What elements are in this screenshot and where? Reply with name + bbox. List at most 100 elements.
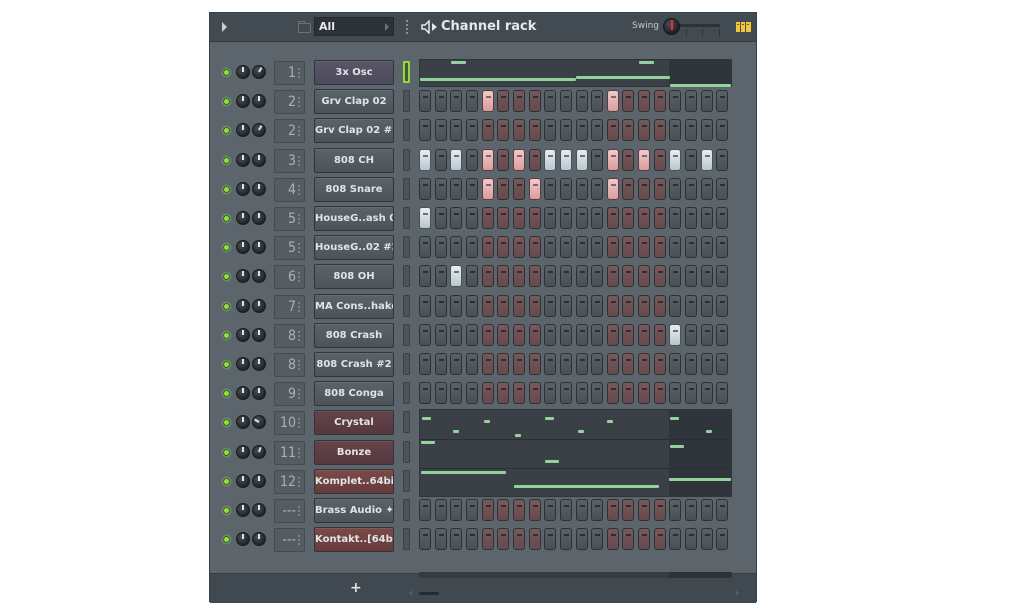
step-button[interactable] <box>559 382 572 405</box>
step-button[interactable] <box>465 499 478 521</box>
step-button[interactable] <box>653 294 666 317</box>
step-button[interactable] <box>465 353 478 375</box>
step-button[interactable] <box>559 528 572 551</box>
filter-group-select[interactable]: All <box>314 17 394 36</box>
step-button[interactable] <box>512 499 525 521</box>
step-button[interactable] <box>465 294 478 317</box>
step-button[interactable] <box>434 382 447 405</box>
mute-led-button[interactable] <box>223 419 230 427</box>
step-button[interactable] <box>419 265 431 288</box>
step-button[interactable] <box>700 177 713 200</box>
step-button[interactable] <box>434 265 447 288</box>
step-button[interactable] <box>419 177 431 200</box>
pan-knob[interactable] <box>252 65 266 79</box>
channel-name-button[interactable]: Bonze <box>314 439 394 465</box>
mute-led-button[interactable] <box>223 302 230 310</box>
volume-knob[interactable] <box>236 532 250 547</box>
step-button[interactable] <box>606 177 619 200</box>
channel-select-indicator[interactable] <box>403 265 410 288</box>
step-button[interactable] <box>434 119 447 142</box>
step-button[interactable] <box>419 323 431 346</box>
step-button[interactable] <box>559 294 572 317</box>
channel-select-indicator[interactable] <box>403 440 410 463</box>
mute-led-button[interactable] <box>223 536 230 544</box>
step-button[interactable] <box>591 294 604 317</box>
pan-knob[interactable] <box>252 152 266 167</box>
step-button[interactable] <box>622 119 635 142</box>
step-button[interactable] <box>434 323 447 346</box>
step-button[interactable] <box>559 90 572 113</box>
step-button[interactable] <box>450 528 463 551</box>
step-button[interactable] <box>497 207 510 229</box>
step-button[interactable] <box>685 177 698 200</box>
step-button[interactable] <box>544 207 557 229</box>
step-button[interactable] <box>481 528 494 551</box>
step-button[interactable] <box>544 528 557 551</box>
step-button[interactable] <box>419 353 431 375</box>
step-button[interactable] <box>700 353 713 375</box>
step-button[interactable] <box>685 353 698 375</box>
mute-led-button[interactable] <box>223 361 230 368</box>
channel-name-button[interactable]: Brass Audio ✦ <box>314 498 394 523</box>
step-button[interactable] <box>716 499 729 521</box>
channel-select-indicator[interactable] <box>403 236 410 259</box>
step-button[interactable] <box>700 265 713 288</box>
step-button[interactable] <box>716 265 729 288</box>
step-button[interactable] <box>544 353 557 375</box>
channel-name-button[interactable]: HouseG..02 #2 <box>314 235 394 261</box>
channel-select-indicator[interactable] <box>403 382 410 405</box>
step-button[interactable] <box>622 207 635 229</box>
step-button[interactable] <box>544 382 557 405</box>
step-button[interactable] <box>700 528 713 551</box>
piano-roll-preview[interactable] <box>419 59 732 87</box>
step-button[interactable] <box>685 207 698 229</box>
pan-knob[interactable] <box>252 181 266 196</box>
step-button[interactable] <box>622 236 635 259</box>
step-button[interactable] <box>606 119 619 142</box>
channel-select-indicator[interactable] <box>403 207 410 229</box>
channel-select-indicator[interactable] <box>403 528 410 551</box>
step-button[interactable] <box>700 236 713 259</box>
step-button[interactable] <box>450 90 463 113</box>
step-button[interactable] <box>653 177 666 200</box>
step-button[interactable] <box>481 207 494 229</box>
step-button[interactable] <box>575 499 588 521</box>
mixer-track-selector[interactable]: 10 <box>274 411 305 436</box>
pan-knob[interactable] <box>252 211 266 225</box>
step-button[interactable] <box>622 294 635 317</box>
mute-led-button[interactable] <box>223 127 230 135</box>
step-button[interactable] <box>606 528 619 551</box>
step-button[interactable] <box>528 148 541 171</box>
step-button[interactable] <box>716 177 729 200</box>
step-button[interactable] <box>622 177 635 200</box>
step-button[interactable] <box>450 207 463 229</box>
step-button[interactable] <box>622 265 635 288</box>
channel-name-button[interactable]: Grv Clap 02 <box>314 89 394 115</box>
step-button[interactable] <box>638 323 651 346</box>
step-button[interactable] <box>653 353 666 375</box>
step-button[interactable] <box>591 353 604 375</box>
step-button[interactable] <box>575 353 588 375</box>
step-button[interactable] <box>465 382 478 405</box>
mute-led-button[interactable] <box>223 98 230 106</box>
step-button[interactable] <box>559 236 572 259</box>
step-button[interactable] <box>497 353 510 375</box>
channel-select-indicator[interactable] <box>403 61 410 83</box>
step-button[interactable] <box>544 499 557 521</box>
step-button[interactable] <box>669 148 682 171</box>
step-button[interactable] <box>434 236 447 259</box>
step-button[interactable] <box>669 177 682 200</box>
mixer-track-selector[interactable]: 8 <box>274 353 305 377</box>
step-button[interactable] <box>481 323 494 346</box>
step-button[interactable] <box>653 265 666 288</box>
channel-select-indicator[interactable] <box>403 499 410 521</box>
step-button[interactable] <box>481 294 494 317</box>
step-button[interactable] <box>419 528 431 551</box>
step-button[interactable] <box>497 499 510 521</box>
volume-knob[interactable] <box>236 94 250 109</box>
step-button[interactable] <box>622 90 635 113</box>
step-button[interactable] <box>653 90 666 113</box>
step-button[interactable] <box>669 528 682 551</box>
mixer-track-selector[interactable]: 4 <box>274 177 305 202</box>
step-button[interactable] <box>450 323 463 346</box>
